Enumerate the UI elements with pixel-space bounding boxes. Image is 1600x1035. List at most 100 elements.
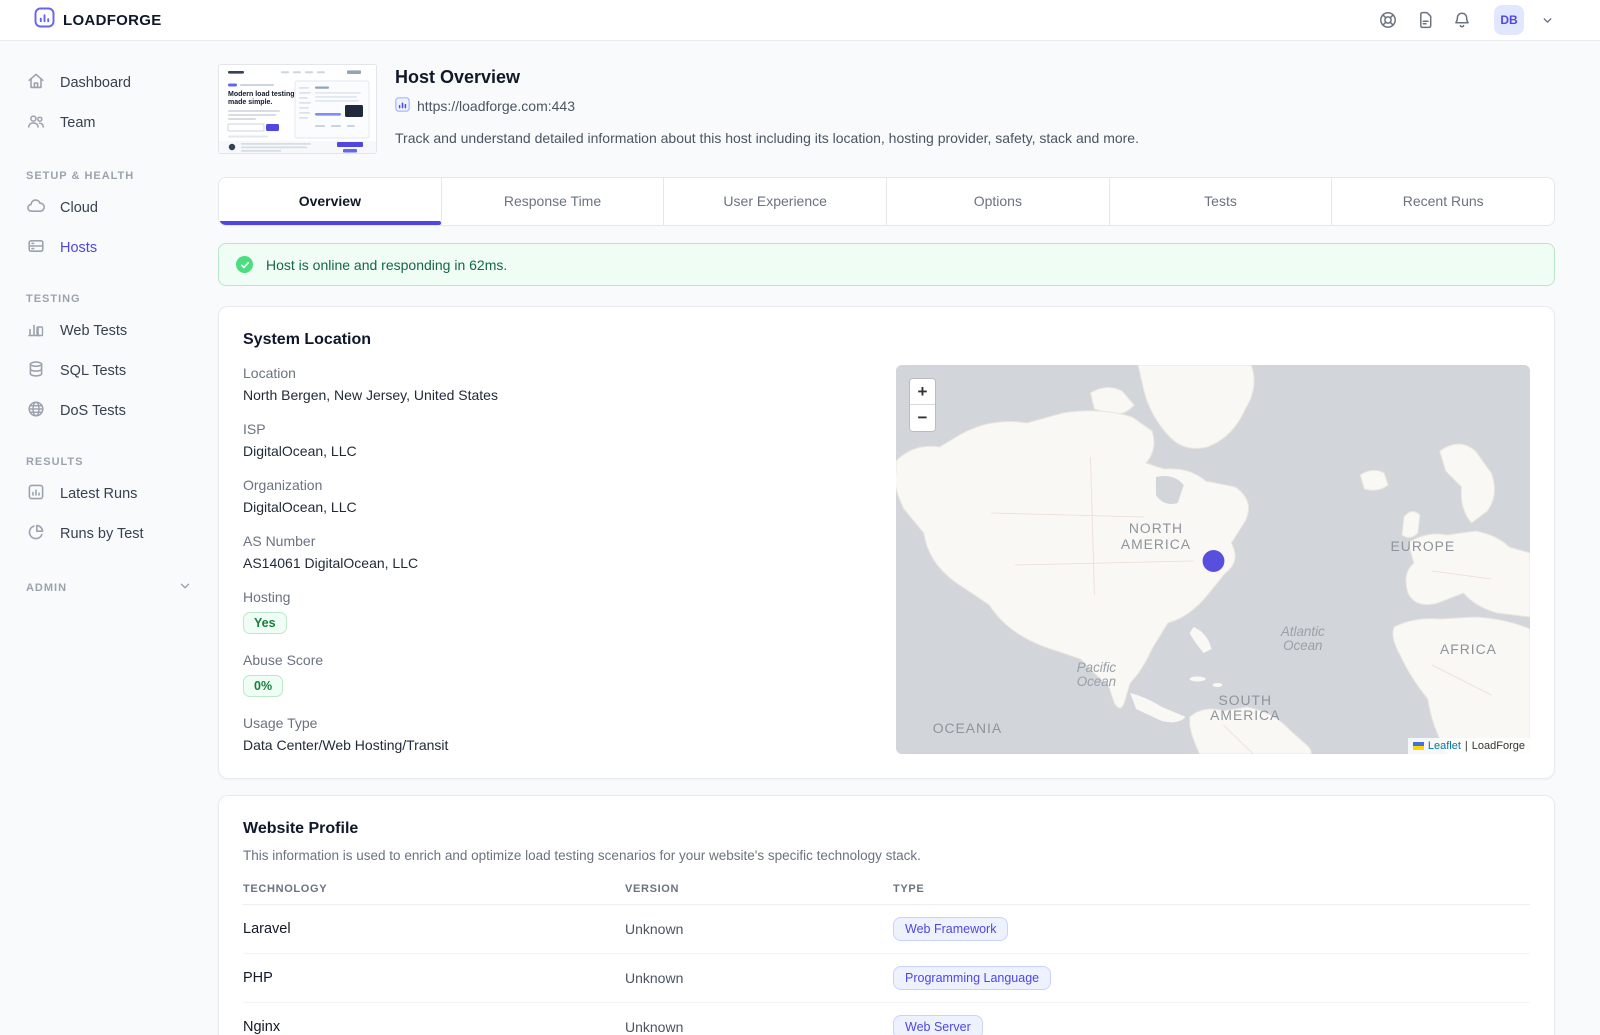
svg-text:NORTH: NORTH <box>1129 520 1183 536</box>
svg-text:Ocean: Ocean <box>1283 638 1322 653</box>
tab-user-experience[interactable]: User Experience <box>664 178 887 225</box>
svg-text:SOUTH: SOUTH <box>1218 692 1272 708</box>
sidebar-section-testing: TESTING <box>26 293 192 305</box>
sidebar-section-setup-health: SETUP & HEALTH <box>26 170 192 182</box>
sidebar-item-label: Team <box>60 115 95 131</box>
sidebar-item-label: Cloud <box>60 200 98 216</box>
svg-text:EUROPE: EUROPE <box>1391 538 1456 554</box>
zoom-in-button[interactable]: + <box>910 379 935 405</box>
system-location-card: System Location Location North Bergen, N… <box>218 306 1555 779</box>
svg-text:AFRICA: AFRICA <box>1440 641 1497 657</box>
svg-text:Ocean: Ocean <box>1077 674 1116 689</box>
leaflet-link[interactable]: Leaflet <box>1428 740 1461 752</box>
check-circle-icon <box>236 256 253 273</box>
website-profile-card: Website Profile This information is used… <box>218 795 1555 1035</box>
type-badge: Programming Language <box>893 966 1051 990</box>
table-row: Nginx Unknown Web Server <box>243 1003 1530 1035</box>
database-icon <box>26 359 46 383</box>
zoom-out-button[interactable]: − <box>910 405 935 431</box>
sidebar-item-label: Runs by Test <box>60 526 144 542</box>
svg-text:Pacific: Pacific <box>1077 660 1117 675</box>
field-isp: ISP DigitalOcean, LLC <box>243 421 872 459</box>
home-icon <box>26 71 46 95</box>
tab-response-time[interactable]: Response Time <box>442 178 665 225</box>
field-abuse-score: Abuse Score 0% <box>243 652 872 697</box>
field-location: Location North Bergen, New Jersey, Unite… <box>243 365 872 403</box>
host-url: https://loadforge.com:443 <box>417 98 575 114</box>
chevron-down-icon[interactable] <box>1541 14 1554 27</box>
technology-table: TECHNOLOGY VERSION TYPE Laravel Unknown … <box>243 883 1530 1035</box>
brand-wordmark: LOADFORGE <box>63 12 162 29</box>
top-navbar: LOADFORGE DB <box>0 0 1600 41</box>
svg-text:AMERICA: AMERICA <box>1121 536 1191 552</box>
sidebar-item-label: Latest Runs <box>60 486 137 502</box>
tab-tests[interactable]: Tests <box>1110 178 1333 225</box>
svg-text:AMERICA: AMERICA <box>1210 707 1280 723</box>
sidebar-item-label: Web Tests <box>60 323 127 339</box>
host-tabs: Overview Response Time User Experience O… <box>218 177 1555 226</box>
help-lifebuoy-icon[interactable] <box>1377 9 1399 31</box>
sidebar-item-hosts[interactable]: Hosts <box>0 228 218 268</box>
svg-text:made simple.: made simple. <box>228 99 272 106</box>
field-hosting: Hosting Yes <box>243 589 872 634</box>
sidebar-section-admin[interactable]: ADMIN <box>26 579 192 596</box>
docs-file-icon[interactable] <box>1414 9 1436 31</box>
tab-options[interactable]: Options <box>887 178 1110 225</box>
loadforge-logo[interactable]: LOADFORGE <box>34 7 162 33</box>
sidebar-item-sql-tests[interactable]: SQL Tests <box>0 351 218 391</box>
user-avatar[interactable]: DB <box>1494 5 1524 35</box>
host-header: Modern load testing made simple. <box>218 64 1555 154</box>
chevron-down-icon <box>178 579 192 596</box>
field-as-number: AS Number AS14061 DigitalOcean, LLC <box>243 533 872 571</box>
sidebar-item-cloud[interactable]: Cloud <box>0 188 218 228</box>
tab-recent-runs[interactable]: Recent Runs <box>1332 178 1554 225</box>
card-title: Website Profile <box>243 820 1530 838</box>
bar-chart-icon <box>26 319 46 343</box>
host-favicon-icon <box>395 97 410 115</box>
sidebar-item-label: Hosts <box>60 240 97 256</box>
attribution-brand: LoadForge <box>1472 740 1525 752</box>
table-header-row: TECHNOLOGY VERSION TYPE <box>243 883 1530 905</box>
map-marker <box>1203 550 1225 572</box>
card-subtitle: This information is used to enrich and o… <box>243 848 1530 863</box>
map-zoom-control: + − <box>909 378 936 432</box>
sidebar-section-results: RESULTS <box>26 456 192 468</box>
server-icon <box>26 236 46 260</box>
sidebar-item-label: DoS Tests <box>60 403 126 419</box>
table-row: PHP Unknown Programming Language <box>243 954 1530 1003</box>
page-description: Track and understand detailed informatio… <box>395 130 1139 146</box>
sidebar-item-label: SQL Tests <box>60 363 126 379</box>
cloud-icon <box>26 196 46 220</box>
card-title: System Location <box>243 331 1530 349</box>
type-badge: Web Server <box>893 1015 983 1035</box>
pie-chart-icon <box>26 522 46 546</box>
svg-text:OCEANIA: OCEANIA <box>933 720 1002 736</box>
sidebar-item-team[interactable]: Team <box>0 103 218 143</box>
sidebar-item-latest-runs[interactable]: Latest Runs <box>0 474 218 514</box>
world-map-svg: NORTH AMERICA EUROPE AFRICA SOUTH AMERIC… <box>896 365 1530 754</box>
sidebar-item-dos-tests[interactable]: DoS Tests <box>0 391 218 431</box>
loadforge-logo-icon <box>34 7 55 33</box>
status-banner-text: Host is online and responding in 62ms. <box>266 257 507 273</box>
type-badge: Web Framework <box>893 917 1008 941</box>
notifications-bell-icon[interactable] <box>1451 9 1473 31</box>
sidebar-item-runs-by-test[interactable]: Runs by Test <box>0 514 218 554</box>
chart-box-icon <box>26 482 46 506</box>
svg-text:Atlantic: Atlantic <box>1280 624 1325 639</box>
hosting-badge: Yes <box>243 612 287 634</box>
field-organization: Organization DigitalOcean, LLC <box>243 477 872 515</box>
sidebar-item-label: Dashboard <box>60 75 131 91</box>
main-content: Modern load testing made simple. <box>218 41 1600 1035</box>
users-icon <box>26 111 46 135</box>
sidebar-item-dashboard[interactable]: Dashboard <box>0 63 218 103</box>
location-map[interactable]: NORTH AMERICA EUROPE AFRICA SOUTH AMERIC… <box>896 365 1530 754</box>
ukraine-flag-icon <box>1413 742 1424 750</box>
table-row: Laravel Unknown Web Framework <box>243 905 1530 954</box>
svg-text:Modern load testing: Modern load testing <box>228 91 295 98</box>
sidebar-item-web-tests[interactable]: Web Tests <box>0 311 218 351</box>
abuse-score-badge: 0% <box>243 675 283 697</box>
field-usage-type: Usage Type Data Center/Web Hosting/Trans… <box>243 715 872 753</box>
map-attribution: Leaflet | LoadForge <box>1408 738 1530 754</box>
globe-icon <box>26 399 46 423</box>
tab-overview[interactable]: Overview <box>219 178 442 225</box>
